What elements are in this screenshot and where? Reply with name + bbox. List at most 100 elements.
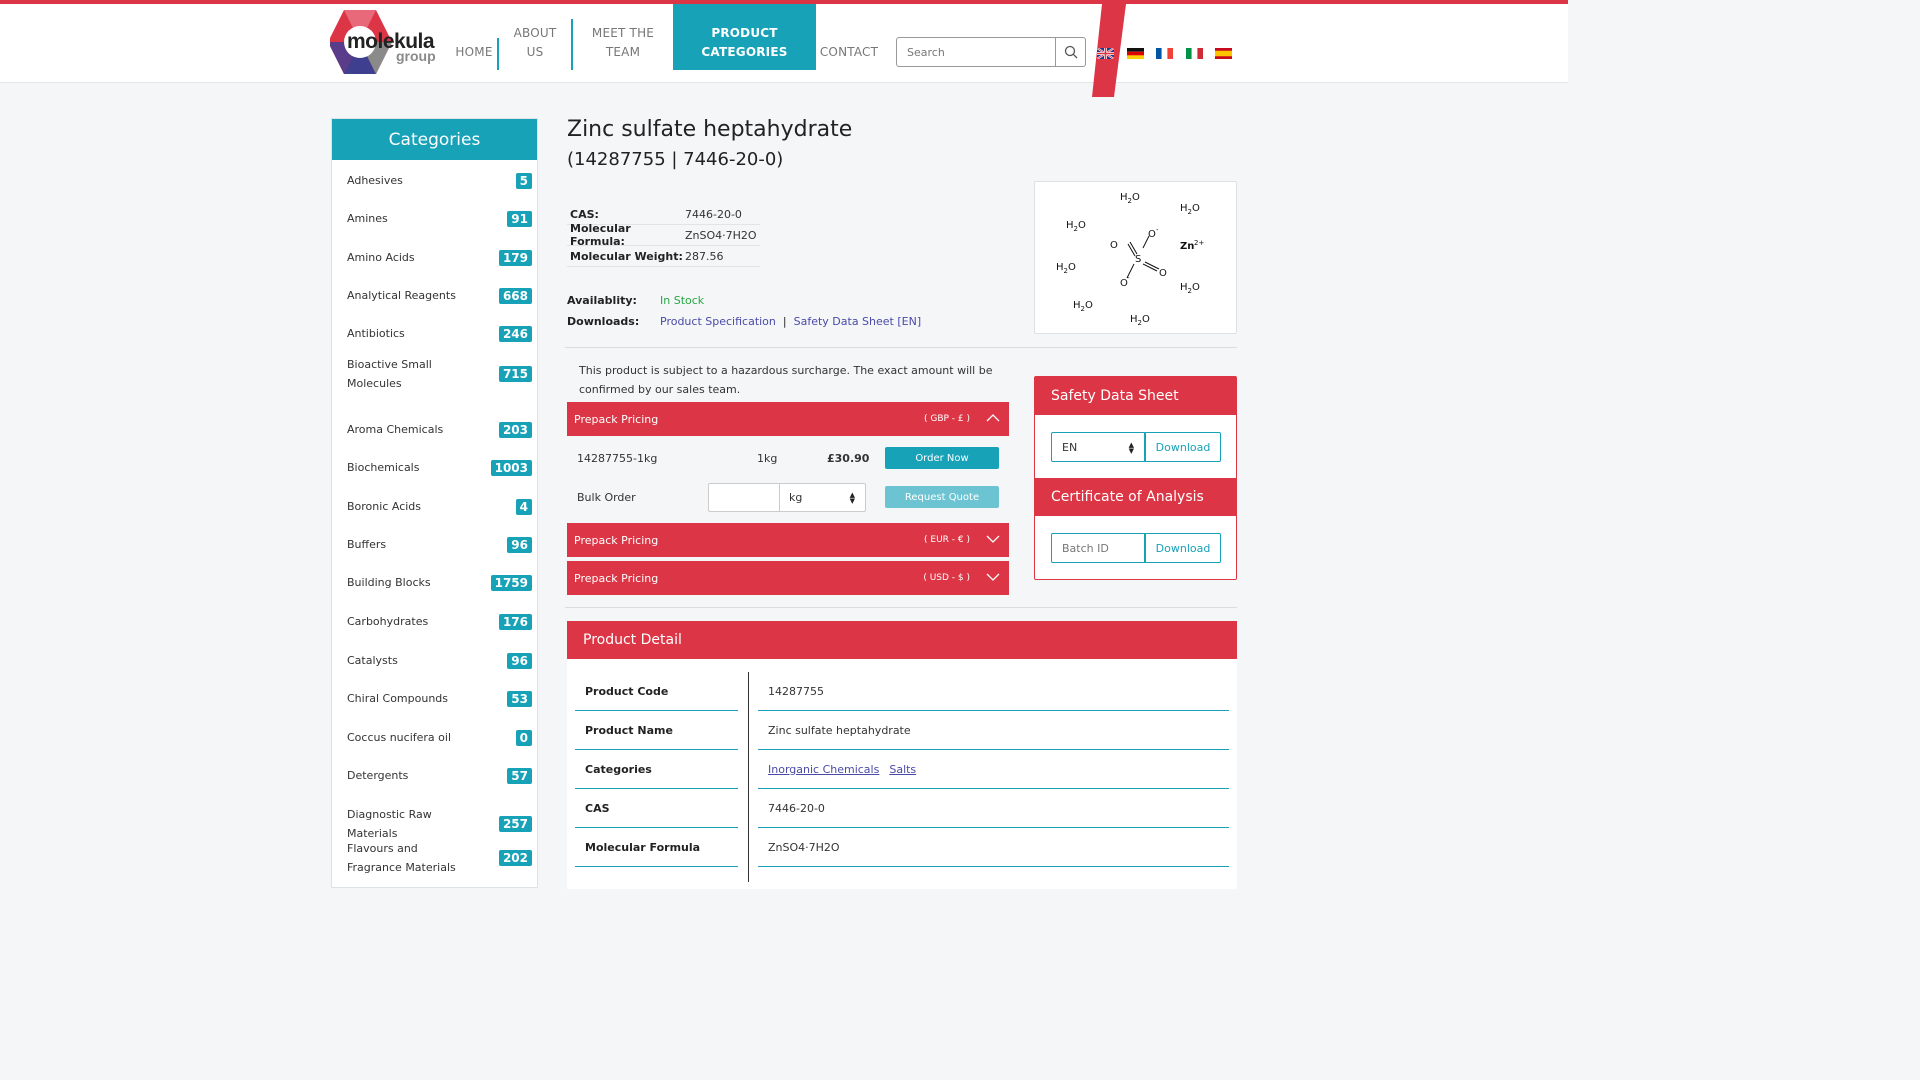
sidebar-category-item[interactable]: Detergents 57 [347, 766, 532, 785]
category-count-badge: 202 [498, 850, 532, 866]
category-count-badge: 96 [507, 652, 532, 669]
sidebar-category-item[interactable]: Building Blocks 1759 [347, 573, 532, 592]
svg-text:2+: 2+ [1194, 239, 1204, 247]
sds-title: Safety Data Sheet [1035, 377, 1236, 415]
coa-download-button[interactable]: Download [1145, 533, 1221, 563]
detail-key: Molecular Formula [575, 828, 738, 867]
bulk-unit-value: kg [789, 491, 803, 504]
product-specification-link[interactable]: Product Specification [660, 315, 776, 328]
batch-id-input[interactable]: Batch ID [1051, 533, 1145, 563]
sidebar-category-item[interactable]: Carbohydrates 176 [347, 612, 532, 631]
sidebar-category-item[interactable]: Amino Acids 179 [347, 248, 532, 267]
detail-key: Product Code [575, 672, 738, 711]
category-label: Building Blocks [347, 576, 431, 589]
category-count-badge: 0 [515, 729, 532, 746]
site-header: molekula group HOME ABOUT US MEET THE TE… [0, 4, 1568, 97]
sds-download-button[interactable]: Download [1145, 432, 1221, 462]
sidebar-category-item[interactable]: Coccus nucifera oil 0 [347, 728, 532, 747]
request-quote-button[interactable]: Request Quote [885, 486, 999, 508]
bulk-quantity-input[interactable] [708, 483, 780, 512]
detail-value: ZnSO4·7H2O [758, 828, 1229, 867]
water-molecule-label: H2O [1130, 314, 1150, 327]
surcharge-note: This product is subject to a hazardous s… [579, 364, 993, 396]
sidebar-category-item[interactable]: Flavours and Fragrance Materials 202 [347, 839, 532, 877]
bulk-unit-select[interactable]: kg ▲ ▼ [780, 483, 866, 512]
product-properties-table: CAS: 7446-20-0 Molecular Formula: ZnSO4·… [567, 204, 760, 267]
category-link-inorganic-chemicals[interactable]: Inorganic Chemicals [768, 763, 879, 776]
sidebar-category-item[interactable]: Catalysts 96 [347, 651, 532, 670]
currency-label: ( EUR - € ) [924, 535, 970, 545]
divider [565, 347, 1237, 348]
water-molecule-label: H2O [1066, 220, 1086, 233]
svg-text:-: - [1156, 226, 1159, 234]
sidebar-category-item[interactable]: Amines 91 [347, 209, 532, 228]
safety-data-sheet-link[interactable]: Safety Data Sheet [EN] [794, 315, 922, 328]
sidebar-category-item[interactable]: Antibiotics 246 [347, 324, 532, 343]
nav-about-us[interactable]: ABOUT US [507, 4, 563, 70]
select-arrows-icon: ▲ ▼ [849, 491, 855, 505]
sds-language-select[interactable]: EN ▲ ▼ [1051, 432, 1145, 462]
sidebar-category-item[interactable]: Chiral Compounds 53 [347, 689, 532, 708]
sidebar-category-item[interactable]: Adhesives 5 [347, 171, 532, 190]
currency-label: ( USD - $ ) [923, 573, 970, 583]
search-icon [1064, 45, 1077, 59]
category-label: Catalysts [347, 654, 398, 667]
category-label: Buffers [347, 538, 387, 551]
category-count-badge: 53 [507, 690, 532, 707]
nav-home[interactable]: HOME [452, 4, 496, 70]
order-now-button[interactable]: Order Now [885, 447, 999, 469]
product-title: Zinc sulfate heptahydrate [567, 117, 853, 142]
property-row: Molecular Weight: 287.56 [567, 246, 760, 267]
product-detail-title: Product Detail [567, 621, 1237, 659]
water-molecule-label: H2O [1073, 300, 1093, 313]
property-value: 7446-20-0 [685, 207, 742, 221]
sidebar-category-item[interactable]: Analytical Reagents 668 [347, 286, 532, 305]
sidebar-category-item[interactable]: Aroma Chemicals 203 [347, 420, 532, 439]
detail-key: Categories [575, 750, 738, 789]
water-molecule-label: H2O [1180, 203, 1200, 216]
category-label: Biochemicals [347, 461, 420, 474]
uk-flag-icon[interactable] [1097, 48, 1114, 59]
downloads-links: Product Specification | Safety Data Sheet … [660, 315, 922, 328]
category-count-badge: 179 [498, 249, 532, 266]
pricing-accordion-usd[interactable]: Prepack Pricing ( USD - $ ) [567, 561, 1009, 595]
nav-contact[interactable]: CONTACT [818, 4, 880, 70]
select-arrows-icon: ▲ ▼ [1128, 441, 1134, 455]
category-label: Boronic Acids [347, 500, 422, 513]
category-label: Amines [347, 212, 388, 225]
logo-group-text: group [396, 48, 436, 64]
detail-value: Zinc sulfate heptahydrate [758, 711, 1229, 750]
coa-title: Certificate of Analysis [1035, 478, 1236, 516]
sidebar-category-item[interactable]: Buffers 96 [347, 535, 532, 554]
divider [565, 607, 1237, 608]
pricing-accordion-eur[interactable]: Prepack Pricing ( EUR - € ) [567, 523, 1009, 557]
search-button[interactable] [1055, 38, 1085, 66]
nav-meet-the-team[interactable]: MEET THE TEAM [583, 4, 663, 70]
svg-text:O: O [1110, 240, 1118, 251]
category-label: Antibiotics [347, 327, 405, 340]
svg-text:S: S [1135, 254, 1141, 265]
nav-separator [497, 38, 499, 70]
nav-product-categories[interactable]: PRODUCT CATEGORIES [673, 4, 816, 70]
italian-flag-icon[interactable] [1186, 48, 1203, 59]
detail-value: 7446-20-0 [758, 789, 1229, 828]
german-flag-icon[interactable] [1127, 48, 1144, 59]
category-label: Adhesives [347, 174, 403, 187]
spanish-flag-icon[interactable] [1215, 48, 1232, 59]
sidebar-category-item[interactable]: Boronic Acids 4 [347, 497, 532, 516]
product-variant-code: 14287755-1kg [577, 452, 658, 465]
french-flag-icon[interactable] [1156, 48, 1173, 59]
category-link-salts[interactable]: Salts [889, 763, 916, 776]
accordion-title: Prepack Pricing [574, 533, 659, 547]
category-count-badge: 203 [498, 421, 532, 438]
sidebar-category-item[interactable]: Bioactive Small Molecules 715 [347, 355, 532, 393]
category-label: Amino Acids [347, 251, 415, 264]
sidebar-category-item[interactable]: Biochemicals 1003 [347, 458, 532, 477]
svg-text:O: O [1148, 229, 1156, 240]
category-label: Analytical Reagents [347, 289, 456, 302]
sidebar-category-item[interactable]: Diagnostic Raw Materials 257 [347, 805, 532, 843]
search-input[interactable] [897, 38, 1057, 66]
pricing-accordion-gbp[interactable]: Prepack Pricing ( GBP - £ ) [567, 402, 1009, 436]
detail-key: CAS [575, 789, 738, 828]
water-molecule-label: H2O [1120, 192, 1140, 205]
